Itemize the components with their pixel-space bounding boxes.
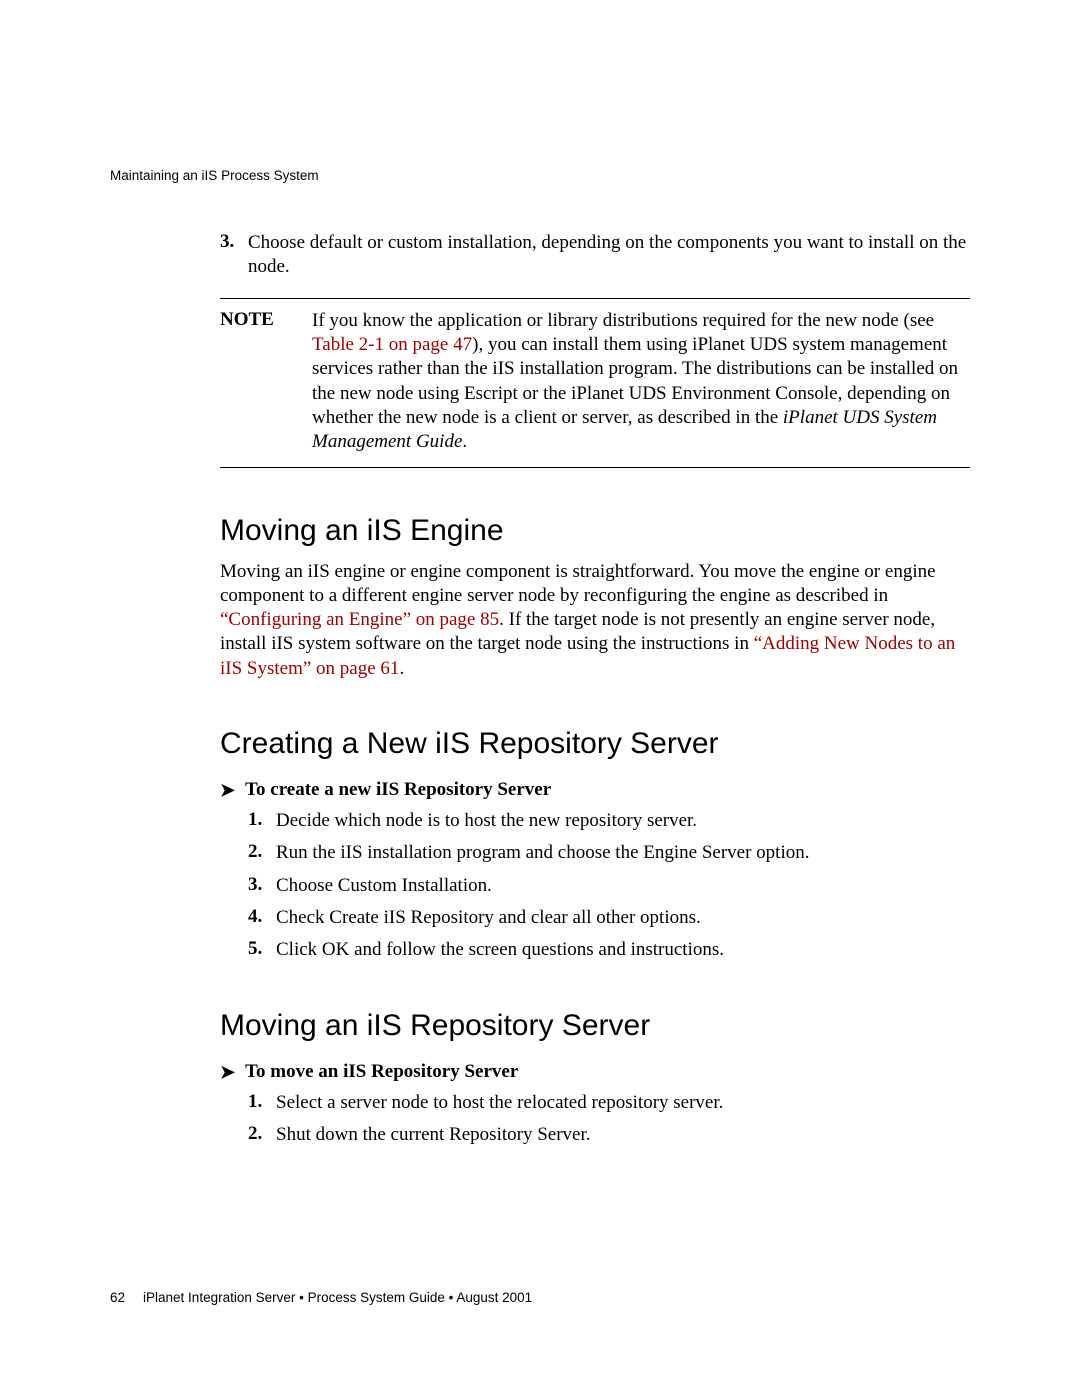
heading-moving-engine: Moving an iIS Engine [220,514,970,548]
step-text: Check Create iIS Repository and clear al… [276,906,701,930]
step-text: Click OK and follow the screen questions… [276,938,724,962]
step-number: 4. [248,906,276,930]
step-number: 3. [220,231,248,280]
list-item: 2.Shut down the current Repository Serve… [248,1123,970,1147]
running-header: Maintaining an iIS Process System [110,168,970,183]
heading-creating-repo: Creating a New iIS Repository Server [220,727,970,761]
list-item: 1.Select a server node to host the reloc… [248,1091,970,1115]
intro-step: 3. Choose default or custom installation… [220,231,970,280]
note-link[interactable]: Table 2-1 on page 47 [312,334,472,355]
list-item: 1.Decide which node is to host the new r… [248,809,970,833]
step-number: 1. [248,1091,276,1115]
note-body: If you know the application or library d… [312,309,970,455]
step-text: Decide which node is to host the new rep… [276,809,697,833]
step-number: 2. [248,841,276,865]
list-item: 4.Check Create iIS Repository and clear … [248,906,970,930]
link-configuring-engine[interactable]: “Configuring an Engine” on page 85 [220,609,499,630]
note-box: NOTE If you know the application or libr… [220,298,970,468]
step-number: 3. [248,874,276,898]
note-text-end: . [462,431,467,452]
note-text-pre: If you know the application or library d… [312,310,934,331]
step-number: 1. [248,809,276,833]
procedure-heading-move: ➤ To move an iIS Repository Server [220,1061,970,1083]
step-number: 2. [248,1123,276,1147]
page-number: 62 [110,1290,125,1305]
step-text: Choose Custom Installation. [276,874,492,898]
note-label: NOTE [220,309,312,455]
arrow-icon: ➤ [220,1063,235,1081]
heading-moving-repo: Moving an iIS Repository Server [220,1009,970,1043]
para-text-c: . [399,658,404,679]
procedure-title: To move an iIS Repository Server [245,1061,518,1083]
page-footer: 62 iPlanet Integration Server • Process … [110,1290,532,1305]
para-moving-engine: Moving an iIS engine or engine component… [220,560,970,682]
list-item: 3.Choose Custom Installation. [248,874,970,898]
procedure-title: To create a new iIS Repository Server [245,779,551,801]
procedure-heading-create: ➤ To create a new iIS Repository Server [220,779,970,801]
arrow-icon: ➤ [220,781,235,799]
footer-text: iPlanet Integration Server • Process Sys… [143,1290,532,1305]
page: Maintaining an iIS Process System 3. Cho… [0,0,1080,1147]
step-number: 5. [248,938,276,962]
list-item: 2.Run the iIS installation program and c… [248,841,970,865]
step-text: Shut down the current Repository Server. [276,1123,591,1147]
step-text: Select a server node to host the relocat… [276,1091,723,1115]
content: 3. Choose default or custom installation… [220,231,970,1147]
para-text-a: Moving an iIS engine or engine component… [220,561,936,606]
step-text: Choose default or custom installation, d… [248,231,970,280]
list-item: 5.Click OK and follow the screen questio… [248,938,970,962]
step-text: Run the iIS installation program and cho… [276,841,809,865]
